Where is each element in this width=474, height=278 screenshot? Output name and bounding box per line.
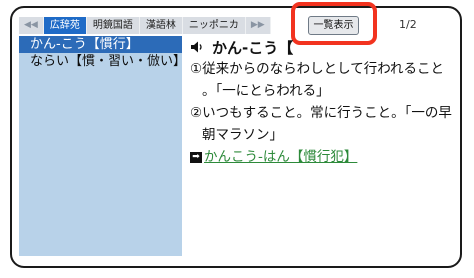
tab-meikyo[interactable]: 明鏡国語 bbox=[86, 17, 140, 34]
tab-next-arrow[interactable]: ▶▶ bbox=[245, 17, 271, 34]
arrow-right-icon: ➡ bbox=[190, 151, 202, 163]
dictionary-tab-bar: ◀◀ 広辞苑 明鏡国語 漢語林 ニッポニカ ▶▶ bbox=[19, 17, 271, 34]
page-indicator: 1/2 bbox=[399, 18, 417, 31]
tab-kangorin[interactable]: 漢語林 bbox=[139, 17, 183, 34]
entry-list-sidebar: かん‐こう【慣行】 ならい【慣・習い・倣い】 bbox=[19, 36, 186, 256]
definition-1-line-2: 。「一にとらわれる」 bbox=[202, 83, 330, 99]
definition-1-line-1: ①従来からのならわしとして行われること bbox=[190, 61, 445, 77]
cross-reference: ➡ かんこう‐はん【慣行犯】 bbox=[190, 146, 452, 168]
definition-2-line-2: 朝マラソン」 bbox=[202, 127, 283, 143]
definition-2-line-1: ②いつもすること。常に行うこと。「一の早 bbox=[190, 105, 452, 121]
headword-row: かん‐こう【 bbox=[190, 36, 452, 58]
headword: かん‐こう【 bbox=[212, 38, 294, 57]
speaker-icon[interactable] bbox=[190, 40, 204, 54]
sidebar-item-narai[interactable]: ならい【慣・習い・倣い】 bbox=[19, 53, 186, 70]
tab-kojien[interactable]: 広辞苑 bbox=[43, 17, 87, 34]
tab-prev-arrow[interactable]: ◀◀ bbox=[19, 17, 44, 34]
sidebar-item-kankou[interactable]: かん‐こう【慣行】 bbox=[19, 36, 182, 53]
entry-content: かん‐こう【 ①従来からのならわしとして行われること 。「一にとらわれる」 ②い… bbox=[190, 36, 452, 256]
list-view-button[interactable]: 一覧表示 bbox=[308, 16, 359, 35]
tab-nipponica[interactable]: ニッポニカ bbox=[182, 17, 246, 34]
cross-reference-link[interactable]: かんこう‐はん【慣行犯】 bbox=[204, 146, 357, 168]
